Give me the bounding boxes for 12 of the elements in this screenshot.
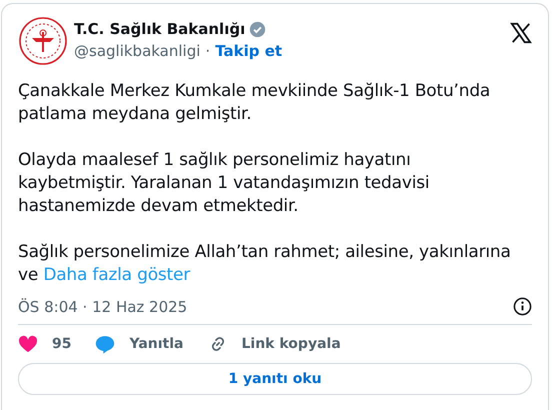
action-label[interactable]: Link kopyala — [242, 336, 341, 352]
tweet-paragraph: Çanakkale Merkez Kumkale mevkiinde Sağlık-1 Botu’nda patlama meydana gelmiştir. — [18, 80, 492, 126]
follow-link[interactable]: Takip et — [215, 42, 282, 60]
tweet-timestamp[interactable]: ÖS 8:04 · 12 Haz 2025 — [18, 298, 188, 316]
separator-dot: · — [205, 42, 210, 60]
tweet-paragraph: Olayda maalesef 1 sağlık personelimiz hayatını kaybetmiştir. Yaralanan 1 vatandaşımızın tedavisi hastanemizde devam etmektedir. — [18, 149, 430, 218]
account-name[interactable]: T.C. Sağlık Bakanlığı — [74, 20, 246, 38]
read-replies-button[interactable]: 1 yanıtı oku — [18, 363, 532, 395]
account-handle[interactable]: @saglikbakanligi — [74, 42, 200, 60]
like-count[interactable]: 95 — [52, 336, 72, 352]
action-label[interactable]: Yanıtla — [129, 336, 184, 352]
tweet-paragraph: Sağlık personelimize Allah’tan rahmet; ailesine, yakınlarına ve Daha fazla göster — [18, 241, 512, 287]
